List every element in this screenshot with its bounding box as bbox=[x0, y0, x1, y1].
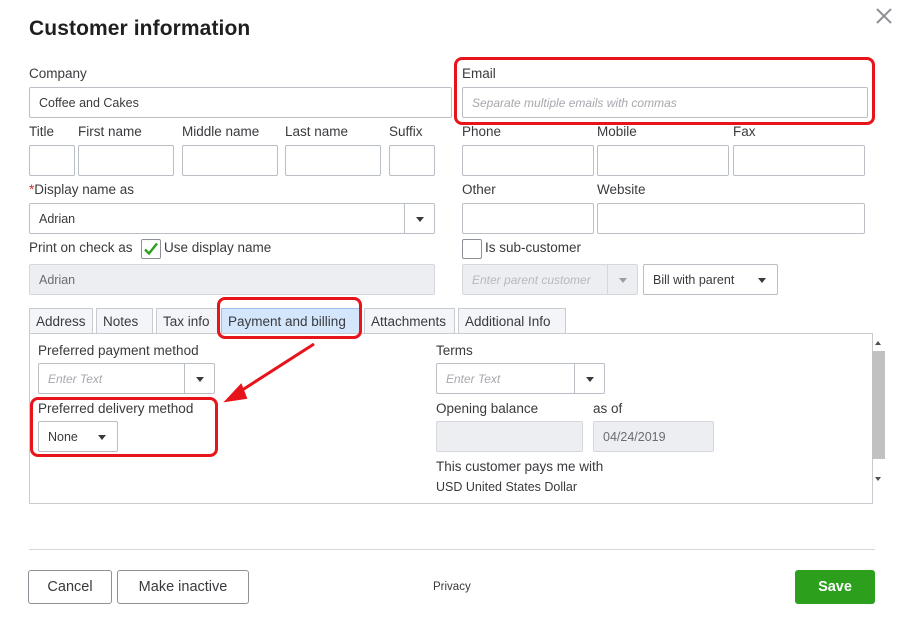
chevron-down-icon[interactable] bbox=[574, 364, 604, 393]
email-placeholder: Separate multiple emails with commas bbox=[472, 96, 677, 110]
make-inactive-button[interactable]: Make inactive bbox=[117, 570, 249, 604]
terms-select[interactable]: Enter Text bbox=[436, 363, 605, 394]
as-of-date-value: 04/24/2019 bbox=[603, 430, 666, 444]
other-label: Other bbox=[462, 182, 496, 197]
fax-label: Fax bbox=[733, 124, 756, 139]
first-name-input[interactable] bbox=[78, 145, 174, 176]
display-name-label: *Display name as bbox=[29, 182, 135, 197]
checkmark-icon bbox=[144, 242, 158, 256]
tab-notes[interactable]: Notes bbox=[96, 308, 153, 334]
tab-tax-info[interactable]: Tax info bbox=[156, 308, 218, 334]
print-on-check-value: Adrian bbox=[39, 273, 76, 287]
save-button[interactable]: Save bbox=[795, 570, 875, 604]
preferred-payment-method-placeholder: Enter Text bbox=[48, 372, 103, 386]
middle-name-input[interactable] bbox=[182, 145, 278, 176]
bill-with-parent-select[interactable]: Bill with parent bbox=[643, 264, 778, 295]
website-input[interactable] bbox=[597, 203, 865, 234]
suffix-input[interactable] bbox=[389, 145, 435, 176]
phone-input[interactable] bbox=[462, 145, 594, 176]
privacy-link[interactable]: Privacy bbox=[433, 581, 471, 593]
first-name-label: First name bbox=[78, 124, 142, 139]
tab-address[interactable]: Address bbox=[29, 308, 93, 334]
terms-label: Terms bbox=[436, 343, 473, 358]
company-input[interactable]: Coffee and Cakes bbox=[29, 87, 452, 118]
title-input[interactable] bbox=[29, 145, 75, 176]
scroll-down-icon[interactable] bbox=[875, 477, 881, 481]
middle-name-label: Middle name bbox=[182, 124, 260, 139]
print-on-check-input[interactable]: Adrian bbox=[29, 264, 435, 295]
parent-customer-select[interactable]: Enter parent customer bbox=[462, 264, 638, 295]
chevron-down-icon[interactable] bbox=[184, 364, 214, 393]
footer-divider bbox=[29, 549, 875, 550]
sub-customer-label: Is sub-customer bbox=[485, 240, 582, 255]
company-label: Company bbox=[29, 66, 87, 81]
sub-customer-checkbox[interactable] bbox=[462, 239, 482, 259]
chevron-down-icon[interactable] bbox=[404, 204, 434, 233]
pays-with-currency[interactable]: USD United States Dollar bbox=[436, 480, 577, 494]
close-icon[interactable] bbox=[872, 4, 896, 28]
preferred-payment-method-select[interactable]: Enter Text bbox=[38, 363, 215, 394]
phone-label: Phone bbox=[462, 124, 502, 139]
display-name-select[interactable]: Adrian bbox=[29, 203, 435, 234]
scrollbar-thumb[interactable] bbox=[872, 351, 885, 459]
tab-additional-info[interactable]: Additional Info bbox=[458, 308, 566, 334]
company-value: Coffee and Cakes bbox=[39, 96, 139, 110]
dialog-title: Customer information bbox=[29, 17, 251, 40]
fax-input[interactable] bbox=[733, 145, 865, 176]
tab-payment-and-billing[interactable]: Payment and billing bbox=[221, 308, 361, 334]
preferred-delivery-method-label: Preferred delivery method bbox=[38, 401, 194, 416]
title-label: Title bbox=[29, 124, 55, 139]
cancel-button[interactable]: Cancel bbox=[28, 570, 112, 604]
other-input[interactable] bbox=[462, 203, 594, 234]
chevron-down-icon[interactable] bbox=[607, 265, 637, 294]
scroll-up-icon[interactable] bbox=[875, 341, 881, 345]
parent-customer-placeholder: Enter parent customer bbox=[472, 273, 591, 287]
bill-with-parent-value: Bill with parent bbox=[653, 273, 735, 287]
print-on-check-label: Print on check as bbox=[29, 240, 133, 255]
opening-balance-input[interactable] bbox=[436, 421, 583, 452]
preferred-payment-method-label: Preferred payment method bbox=[38, 343, 199, 358]
website-label: Website bbox=[597, 182, 646, 197]
last-name-label: Last name bbox=[285, 124, 349, 139]
preferred-delivery-method-value: None bbox=[48, 430, 78, 444]
as-of-date-input[interactable]: 04/24/2019 bbox=[593, 421, 714, 452]
mobile-input[interactable] bbox=[597, 145, 729, 176]
use-display-name-checkbox[interactable] bbox=[141, 239, 161, 259]
chevron-down-icon[interactable] bbox=[98, 432, 108, 442]
last-name-input[interactable] bbox=[285, 145, 381, 176]
pays-with-label: This customer pays me with bbox=[436, 459, 604, 474]
terms-placeholder: Enter Text bbox=[446, 372, 501, 386]
tab-attachments[interactable]: Attachments bbox=[364, 308, 455, 334]
email-label: Email bbox=[462, 66, 496, 81]
payment-billing-panel: Preferred payment method Enter Text Pref… bbox=[29, 333, 873, 504]
mobile-label: Mobile bbox=[597, 124, 637, 139]
display-name-value: Adrian bbox=[39, 212, 76, 226]
as-of-label: as of bbox=[593, 401, 623, 416]
chevron-down-icon[interactable] bbox=[758, 275, 768, 285]
use-display-name-label: Use display name bbox=[164, 240, 272, 255]
email-input[interactable]: Separate multiple emails with commas bbox=[462, 87, 868, 118]
panel-scrollbar[interactable] bbox=[872, 337, 885, 487]
opening-balance-label: Opening balance bbox=[436, 401, 539, 416]
preferred-delivery-method-select[interactable]: None bbox=[38, 421, 118, 452]
suffix-label: Suffix bbox=[389, 124, 423, 139]
